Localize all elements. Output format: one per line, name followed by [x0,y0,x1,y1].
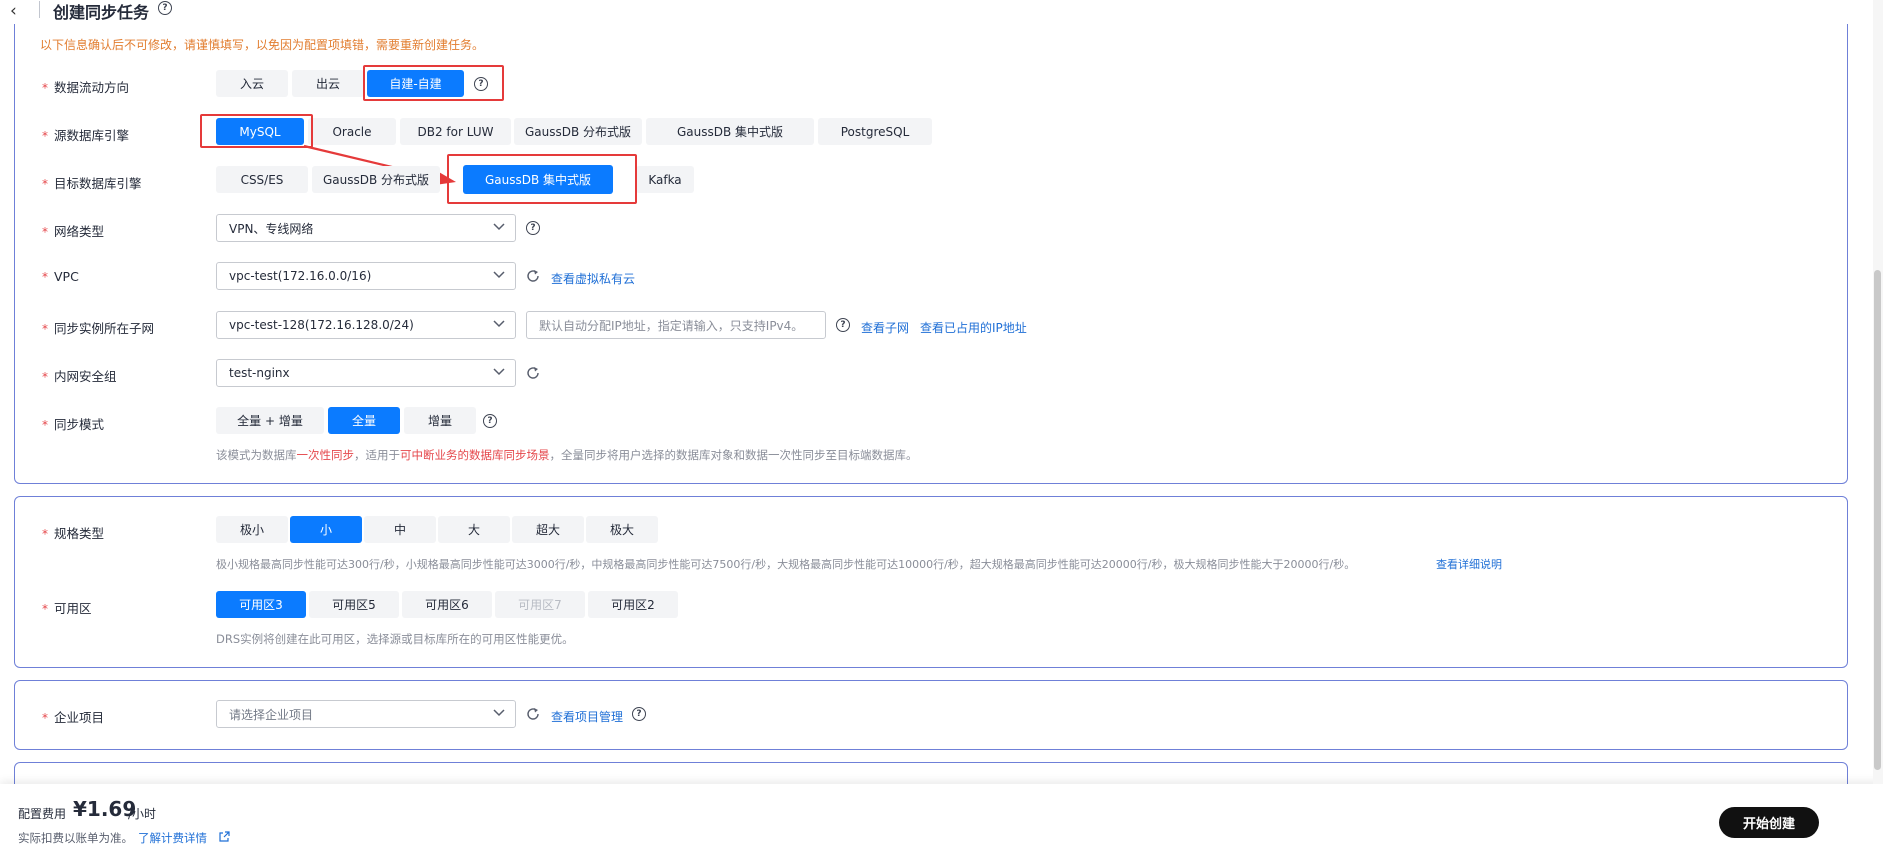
page-header: ‹ 创建同步任务 ? [0,0,1883,24]
chevron-down-icon [493,271,505,279]
target-engine-css-es[interactable]: CSS/ES [216,166,308,193]
spec-type-label: * 规格类型 [42,526,105,541]
help-icon[interactable]: ? [632,707,646,721]
fee-unit: /小时 [128,807,157,821]
flow-option-in-cloud[interactable]: 入云 [216,70,288,97]
source-engine-gaussdb-centralized[interactable]: GaussDB 集中式版 [646,118,814,145]
subnet-label: * 同步实例所在子网 [42,321,155,336]
spec-option-xxlarge[interactable]: 极大 [586,516,658,543]
billing-details-link[interactable]: 了解计费详情 [138,830,207,846]
vpc-select[interactable]: vpc-test(172.16.0.0/16) [216,262,516,290]
scrollbar-thumb[interactable] [1874,270,1881,770]
view-used-ip-link[interactable]: 查看已占用的IP地址 [920,319,1027,336]
sync-mode-label: * 同步模式 [42,417,105,432]
az-label: * 可用区 [42,601,92,616]
spec-description: 极小规格最高同步性能可达300行/秒，小规格最高同步性能可达3000行/秒，中规… [216,558,1356,571]
spec-option-xlarge[interactable]: 超大 [512,516,584,543]
source-engine-label: * 源数据库引擎 [42,128,130,143]
help-icon[interactable]: ? [836,318,850,332]
highlight-box [363,65,504,101]
billing-note: 实际扣费以账单为准。 [18,831,133,845]
sync-mode-full[interactable]: 全量 [328,407,400,434]
fee-label: 配置费用 [18,807,67,821]
az-option-5[interactable]: 可用区5 [309,591,399,618]
spec-option-small[interactable]: 小 [290,516,362,543]
refresh-icon[interactable] [526,269,540,283]
chevron-down-icon [493,709,505,717]
warning-text: 以下信息确认后不可修改，请谨慎填写，以免因为配置项填错，需要重新创建任务。 [40,38,485,52]
ip-address-input[interactable]: 默认自动分配IP地址，指定请输入，只支持IPv4。 [526,311,826,339]
source-engine-gaussdb-distributed[interactable]: GaussDB 分布式版 [514,118,642,145]
refresh-icon[interactable] [526,707,540,721]
subnet-select[interactable]: vpc-test-128(172.16.128.0/24) [216,311,516,339]
az-option-3[interactable]: 可用区3 [216,591,306,618]
help-icon[interactable]: ? [483,414,497,428]
highlight-box [447,154,637,204]
vpc-label: * VPC [42,269,79,284]
security-group-select[interactable]: test-nginx [216,359,516,387]
footer-bar: 配置费用 ¥1.69 /小时 实际扣费以账单为准。 了解计费详情 [0,784,1883,854]
flow-option-out-cloud[interactable]: 出云 [292,70,364,97]
sync-mode-full-incremental[interactable]: 全量 + 增量 [216,407,324,434]
spec-option-tiny[interactable]: 极小 [216,516,288,543]
az-option-2[interactable]: 可用区2 [588,591,678,618]
network-type-label: * 网络类型 [42,224,105,239]
help-icon[interactable]: ? [158,1,172,15]
az-option-6[interactable]: 可用区6 [402,591,492,618]
target-engine-gaussdb-distributed[interactable]: GaussDB 分布式版 [312,166,440,193]
fee-value: ¥1.69 [73,797,137,821]
chevron-down-icon [493,223,505,231]
refresh-icon[interactable] [526,366,540,380]
enterprise-project-select[interactable]: 请选择企业项目 [216,700,516,728]
page-title: 创建同步任务 [53,3,150,22]
security-group-label: * 内网安全组 [42,369,117,384]
external-link-icon[interactable] [218,831,230,843]
help-icon[interactable]: ? [526,221,540,235]
header-divider [39,1,40,18]
source-engine-postgresql[interactable]: PostgreSQL [818,118,932,145]
view-subnet-link[interactable]: 查看子网 [861,319,909,336]
view-project-link[interactable]: 查看项目管理 [551,708,623,725]
chevron-down-icon [493,320,505,328]
sync-mode-description: 该模式为数据库一次性同步，适用于可中断业务的数据库同步场景，全量同步将用户选择的… [216,448,918,462]
az-description: DRS实例将创建在此可用区，选择源或目标库所在的可用区性能更优。 [216,632,574,646]
flow-direction-label: * 数据流动方向 [42,80,130,95]
az-option-7: 可用区7 [495,591,585,618]
sync-mode-incremental[interactable]: 增量 [404,407,476,434]
spec-details-link[interactable]: 查看详细说明 [1436,556,1502,572]
target-engine-label: * 目标数据库引擎 [42,176,142,191]
spec-option-large[interactable]: 大 [438,516,510,543]
chevron-left-icon[interactable]: ‹ [10,1,17,21]
start-create-button[interactable]: 开始创建 [1719,807,1819,838]
network-type-select[interactable]: VPN、专线网络 [216,214,516,242]
target-engine-kafka[interactable]: Kafka [636,166,694,193]
chevron-down-icon [493,368,505,376]
view-vpc-link[interactable]: 查看虚拟私有云 [551,270,635,287]
enterprise-project-label: * 企业项目 [42,710,105,725]
spec-option-medium[interactable]: 中 [364,516,436,543]
highlight-box [200,114,313,148]
